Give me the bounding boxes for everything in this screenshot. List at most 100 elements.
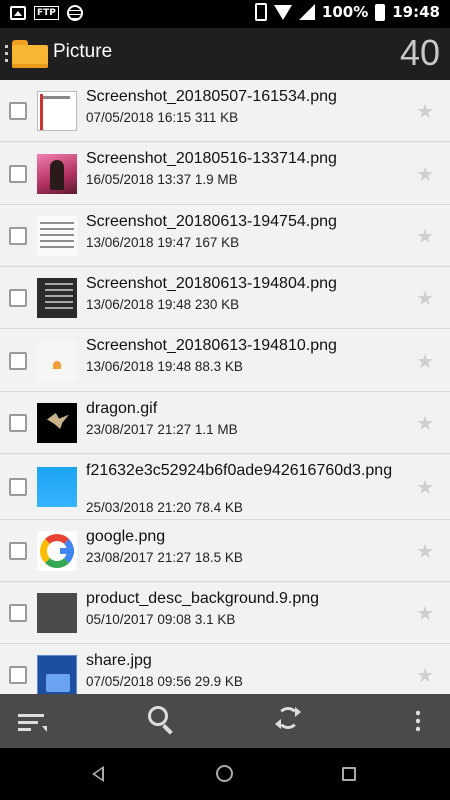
favorite-star-icon[interactable]: ★ bbox=[416, 603, 434, 623]
favorite-star-icon[interactable]: ★ bbox=[416, 101, 434, 121]
file-datetime: 13/06/2018 19:48 bbox=[86, 297, 192, 312]
file-thumbnail bbox=[37, 467, 77, 507]
file-row[interactable]: Screenshot_20180613-194804.png 13/06/2018… bbox=[0, 267, 450, 329]
file-size: 167 KB bbox=[194, 235, 240, 250]
favorite-star-icon[interactable]: ★ bbox=[416, 351, 434, 371]
file-name: Screenshot_20180507-161534.png bbox=[86, 88, 337, 105]
file-meta: 07/05/2018 09:56 29.9 KB bbox=[86, 674, 243, 689]
select-checkbox[interactable] bbox=[9, 666, 27, 684]
gallery-icon bbox=[10, 6, 26, 20]
select-checkbox[interactable] bbox=[9, 478, 27, 496]
file-name: google.png bbox=[86, 528, 166, 545]
select-checkbox[interactable] bbox=[9, 604, 27, 622]
back-icon[interactable] bbox=[92, 766, 104, 782]
clock: 19:48 bbox=[392, 3, 440, 21]
globe-icon bbox=[66, 5, 83, 21]
search-button[interactable] bbox=[128, 694, 188, 748]
sort-button[interactable] bbox=[0, 694, 60, 748]
file-thumbnail bbox=[37, 153, 77, 194]
file-size: 230 KB bbox=[194, 297, 240, 312]
file-datetime: 05/10/2017 09:08 bbox=[86, 612, 192, 627]
file-name: dragon.gif bbox=[86, 400, 158, 417]
file-name: Screenshot_20180613-194804.png bbox=[86, 275, 337, 292]
file-row[interactable]: product_desc_background.9.png 05/10/2017 … bbox=[0, 582, 450, 644]
folder-icon[interactable] bbox=[12, 40, 48, 68]
file-size: 29.9 KB bbox=[194, 674, 243, 689]
refresh-button[interactable] bbox=[258, 694, 318, 748]
file-row[interactable]: Screenshot_20180516-133714.png 16/05/2018… bbox=[0, 142, 450, 205]
file-datetime: 23/08/2017 21:27 bbox=[86, 422, 192, 437]
drawer-handle-icon[interactable] bbox=[5, 45, 8, 63]
file-name: Screenshot_20180613-194754.png bbox=[86, 213, 337, 230]
file-thumbnail bbox=[37, 531, 77, 571]
file-meta: 07/05/2018 16:15 311 KB bbox=[86, 110, 238, 125]
file-meta: 13/06/2018 19:48 230 KB bbox=[86, 297, 239, 312]
more-options-button[interactable] bbox=[390, 694, 450, 748]
file-meta: 25/03/2018 21:20 78.4 KB bbox=[86, 500, 243, 515]
select-checkbox[interactable] bbox=[9, 351, 27, 370]
app-bar: Picture 40 bbox=[0, 28, 450, 80]
file-datetime: 13/06/2018 19:47 bbox=[86, 235, 192, 250]
file-datetime: 23/08/2017 21:27 bbox=[86, 550, 192, 565]
file-name: share.jpg bbox=[86, 652, 152, 669]
select-checkbox[interactable] bbox=[9, 164, 27, 183]
file-row[interactable]: Screenshot_20180613-194754.png 13/06/2018… bbox=[0, 205, 450, 267]
vibrate-icon bbox=[254, 3, 267, 21]
file-row[interactable]: f21632e3c52924b6f0ade942616760d3.png 25/0… bbox=[0, 454, 450, 520]
ftp-icon: FTP bbox=[34, 6, 59, 20]
file-row[interactable]: Screenshot_20180507-161534.png 07/05/2018… bbox=[0, 80, 450, 142]
favorite-star-icon[interactable]: ★ bbox=[416, 477, 434, 497]
search-icon bbox=[148, 706, 168, 726]
file-row[interactable]: dragon.gif 23/08/2017 21:27 1.1 MB ★ bbox=[0, 392, 450, 454]
favorite-star-icon[interactable]: ★ bbox=[416, 226, 434, 246]
file-row[interactable]: Screenshot_20180613-194810.png 13/06/2018… bbox=[0, 329, 450, 392]
file-size: 1.9 MB bbox=[194, 172, 238, 187]
file-thumbnail bbox=[37, 91, 77, 131]
file-row[interactable]: share.jpg 07/05/2018 09:56 29.9 KB ★ bbox=[0, 644, 450, 694]
select-checkbox[interactable] bbox=[9, 289, 27, 307]
file-list[interactable]: Screenshot_20180507-161534.png 07/05/2018… bbox=[0, 80, 450, 694]
favorite-star-icon[interactable]: ★ bbox=[416, 413, 434, 433]
sort-icon bbox=[18, 714, 47, 732]
file-size: 3.1 KB bbox=[194, 612, 236, 627]
file-meta: 16/05/2018 13:37 1.9 MB bbox=[86, 172, 238, 187]
file-size: 78.4 KB bbox=[194, 500, 243, 515]
file-thumbnail bbox=[37, 278, 77, 318]
select-checkbox[interactable] bbox=[9, 542, 27, 560]
battery-charging-icon bbox=[375, 3, 386, 21]
favorite-star-icon[interactable]: ★ bbox=[416, 665, 434, 685]
file-name: product_desc_background.9.png bbox=[86, 590, 320, 607]
file-size: 311 KB bbox=[194, 110, 239, 125]
file-datetime: 13/06/2018 19:48 bbox=[86, 359, 192, 374]
file-meta: 23/08/2017 21:27 1.1 MB bbox=[86, 422, 238, 437]
more-vert-icon bbox=[416, 709, 420, 733]
file-name: Screenshot_20180613-194810.png bbox=[86, 337, 337, 354]
file-name: Screenshot_20180516-133714.png bbox=[86, 150, 337, 167]
file-meta: 13/06/2018 19:48 88.3 KB bbox=[86, 359, 243, 374]
wifi-icon bbox=[273, 4, 292, 20]
file-row[interactable]: google.png 23/08/2017 21:27 18.5 KB ★ bbox=[0, 520, 450, 582]
favorite-star-icon[interactable]: ★ bbox=[416, 164, 434, 184]
file-size: 18.5 KB bbox=[194, 550, 243, 565]
select-checkbox[interactable] bbox=[9, 102, 27, 120]
file-thumbnail bbox=[37, 593, 77, 633]
favorite-star-icon[interactable]: ★ bbox=[416, 541, 434, 561]
file-thumbnail bbox=[37, 403, 77, 443]
home-icon[interactable] bbox=[216, 765, 233, 782]
file-meta: 23/08/2017 21:27 18.5 KB bbox=[86, 550, 243, 565]
refresh-icon bbox=[275, 707, 301, 729]
recents-icon[interactable] bbox=[342, 767, 356, 781]
file-size: 1.1 MB bbox=[194, 422, 238, 437]
file-thumbnail bbox=[37, 340, 77, 381]
file-thumbnail bbox=[37, 655, 77, 694]
select-checkbox[interactable] bbox=[9, 414, 27, 432]
file-thumbnail bbox=[37, 216, 77, 256]
system-nav-bar bbox=[0, 748, 450, 800]
file-datetime: 25/03/2018 21:20 bbox=[86, 500, 192, 515]
file-datetime: 07/05/2018 16:15 bbox=[86, 110, 192, 125]
file-meta: 05/10/2017 09:08 3.1 KB bbox=[86, 612, 235, 627]
file-meta: 13/06/2018 19:47 167 KB bbox=[86, 235, 239, 250]
favorite-star-icon[interactable]: ★ bbox=[416, 288, 434, 308]
signal-icon bbox=[298, 4, 315, 20]
select-checkbox[interactable] bbox=[9, 227, 27, 245]
